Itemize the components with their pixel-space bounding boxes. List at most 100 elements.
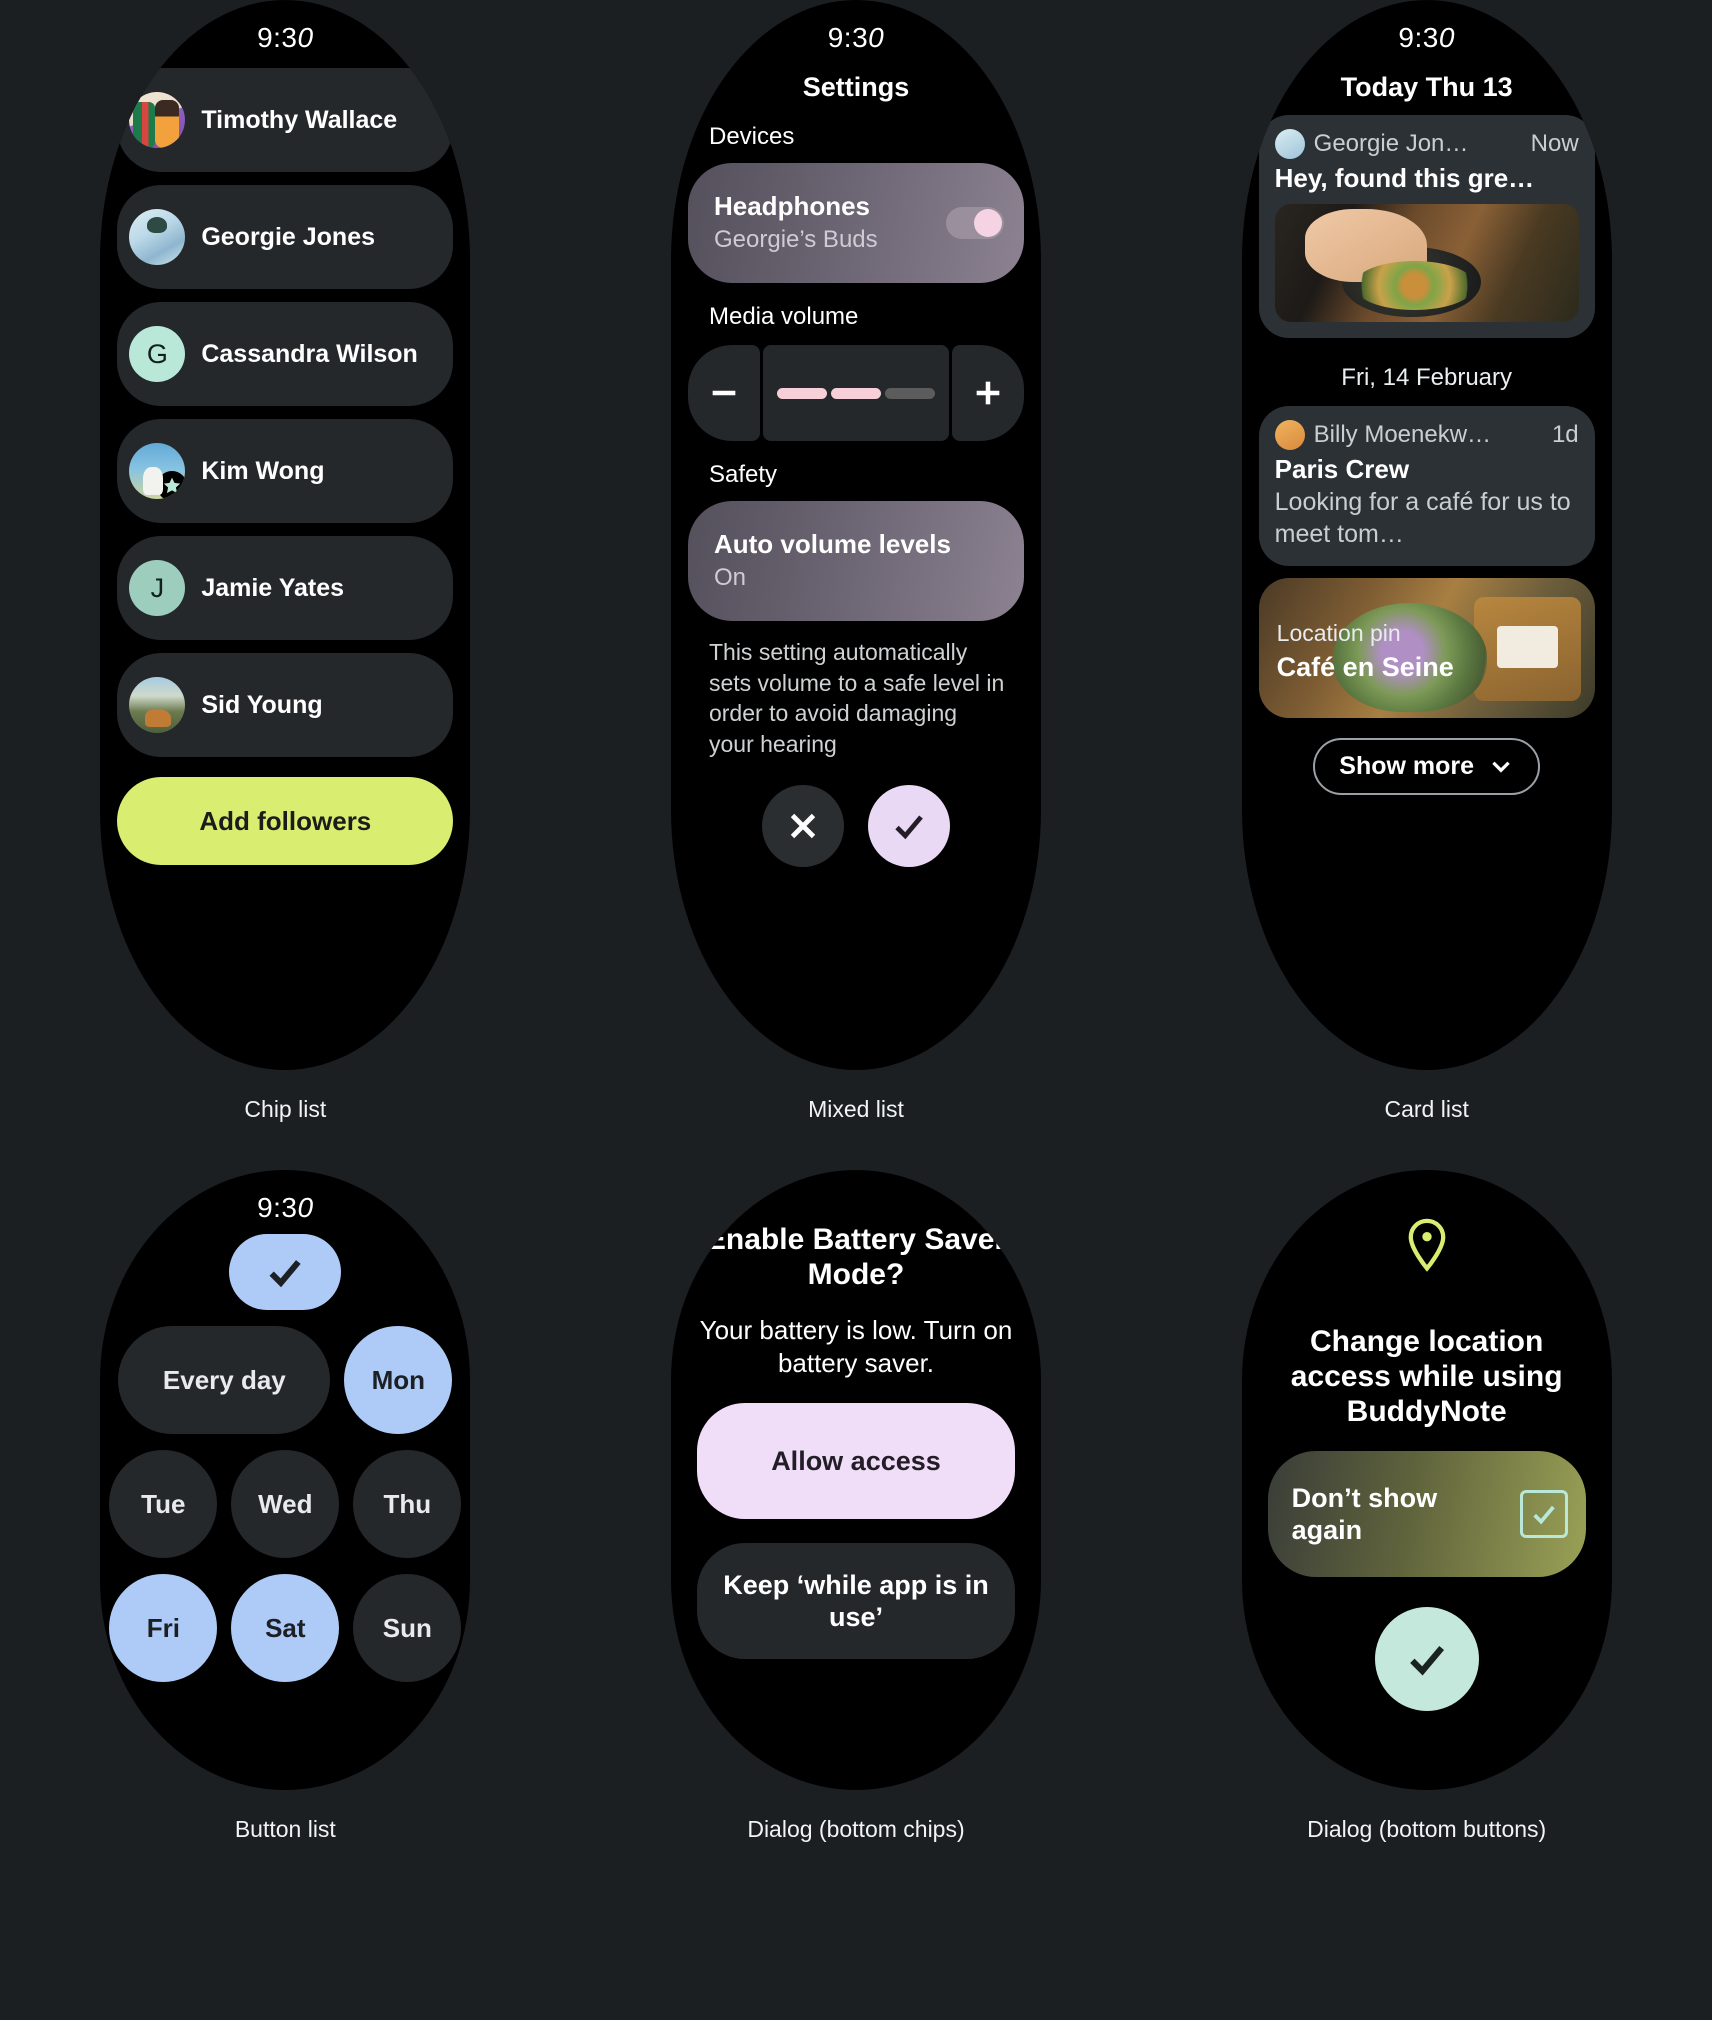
list-item-label: Georgie Jones [201, 222, 375, 251]
list-item[interactable]: Sid Young [117, 653, 454, 757]
list-item[interactable]: Georgie Jones [117, 185, 454, 289]
volume-stepper[interactable] [687, 345, 1024, 441]
headphones-setting-row[interactable]: Headphones Georgie’s Buds [687, 163, 1024, 283]
volume-increase-button[interactable] [951, 345, 1024, 441]
card-timestamp: Now [1530, 130, 1579, 157]
watch-screen-dialog-chips: Enable Battery Saver Mode? Your battery … [671, 1170, 1041, 1790]
watch-frame-dialog-buttons: Change location access while using Buddy… [1241, 1170, 1612, 1790]
auto-volume-title: Auto volume levels [713, 529, 951, 560]
day-button-sat[interactable]: Sat [231, 1574, 340, 1682]
panel-caption: Chip list [244, 1096, 327, 1122]
volume-segment-filled [776, 387, 827, 399]
photo-landscape-avatar [129, 677, 186, 733]
dialog-action-row [671, 785, 1041, 868]
watch-screen-dialog-buttons: Change location access while using Buddy… [1242, 1170, 1612, 1790]
headphones-subtitle: Georgie’s Buds [713, 225, 878, 253]
volume-decrease-button[interactable] [687, 345, 760, 441]
add-followers-button[interactable]: Add followers [117, 777, 454, 865]
initial-avatar: J [129, 560, 186, 616]
keep-while-app-in-use-button[interactable]: Keep ‘while app is in use’ [696, 1543, 1015, 1660]
avatar-initial: J [150, 572, 165, 603]
panel-dialog-bottom-buttons: Change location access while using Buddy… [1141, 1170, 1712, 2020]
photo-person-avatar [129, 209, 186, 265]
section-header-media-volume: Media volume [708, 303, 859, 330]
list-item[interactable]: J Jamie Yates [117, 536, 454, 640]
show-more-button[interactable]: Show more [1313, 737, 1541, 795]
location-pin-icon [1405, 1218, 1449, 1272]
panel-mixed-list: 9:30 Settings Devices Headphones Georgie… [571, 0, 1142, 1170]
watch-screen-button-list: 9:30 Every day Mon Tue Wed Thu Fri Sat S… [100, 1170, 470, 1790]
panel-dialog-bottom-chips: Enable Battery Saver Mode? Your battery … [571, 1170, 1142, 2020]
watch-frame-mixed-list: 9:30 Settings Devices Headphones Georgie… [670, 0, 1041, 1070]
location-card-label: Location pin [1276, 619, 1401, 646]
watch-component-board: 9:30 Timothy Wallace Georgie Jones G Cas… [0, 0, 1712, 2020]
list-item-label: Sid Young [201, 690, 323, 719]
location-card-title: Café en Seine [1276, 651, 1454, 682]
notification-card[interactable]: Billy Moenekw… 1d Paris Crew Looking for… [1258, 406, 1595, 566]
list-item[interactable]: G Cassandra Wilson [117, 302, 454, 406]
status-time: 9:30 [1398, 22, 1455, 53]
cooking-herbs-photo [1274, 204, 1579, 323]
headphones-title: Headphones [713, 191, 871, 222]
list-item[interactable]: Kim Wong [117, 419, 454, 523]
notification-card[interactable]: Georgie Jon… Now Hey, found this gre… [1258, 115, 1595, 339]
dialog-title: Enable Battery Saver Mode? [705, 1223, 1007, 1292]
allow-access-button[interactable]: Allow access [696, 1403, 1015, 1520]
day-button-fri[interactable]: Fri [109, 1574, 218, 1682]
section-header-safety: Safety [708, 461, 778, 488]
status-time: 9:30 [257, 1192, 314, 1223]
check-icon [269, 1260, 301, 1288]
status-time: 9:30 [827, 22, 885, 53]
every-day-button[interactable]: Every day [118, 1326, 331, 1434]
card-message: Hey, found this gre… [1274, 163, 1535, 193]
confirm-button[interactable] [1374, 1607, 1479, 1712]
dont-show-again-row[interactable]: Don’t show again [1267, 1451, 1586, 1578]
panel-card-list: 9:30 Today Thu 13 Georgie Jon… Now Hey, … [1141, 0, 1712, 1170]
dialog-title: Change location access while using Buddy… [1290, 1325, 1563, 1429]
status-time: 9:30 [257, 22, 314, 53]
card-header: Georgie Jon… Now [1274, 129, 1579, 159]
day-row-3: Fri Sat Sun [109, 1574, 462, 1682]
date-divider: Fri, 14 February [1341, 364, 1513, 392]
page-title: Settings [802, 72, 910, 102]
day-button-sun[interactable]: Sun [353, 1574, 462, 1682]
day-row-2: Tue Wed Thu [109, 1450, 462, 1558]
volume-segment-empty [884, 387, 935, 399]
follower-chip-list[interactable]: Timothy Wallace Georgie Jones G Cassandr… [100, 54, 470, 757]
confirm-button[interactable] [229, 1234, 342, 1310]
check-icon [1409, 1646, 1444, 1676]
day-button-thu[interactable]: Thu [353, 1450, 462, 1558]
volume-slider[interactable] [762, 345, 949, 441]
day-button-tue[interactable]: Tue [109, 1450, 218, 1558]
watch-frame-card-list: 9:30 Today Thu 13 Georgie Jon… Now Hey, … [1241, 0, 1612, 1070]
list-item-label: Timothy Wallace [201, 105, 398, 134]
dont-show-again-checkbox[interactable] [1519, 1490, 1568, 1539]
dialog-body: Your battery is low. Turn on battery sav… [699, 1315, 1013, 1378]
card-message: Looking for a café for us to meet tom… [1274, 488, 1571, 548]
headphones-toggle[interactable] [945, 207, 1004, 239]
chevron-down-icon [1492, 761, 1510, 774]
sender-avatar [1274, 129, 1305, 159]
watch-frame-dialog-chips: Enable Battery Saver Mode? Your battery … [670, 1170, 1041, 1790]
photo-field-avatar [129, 443, 186, 499]
location-pin-card[interactable]: Location pin Café en Seine [1258, 577, 1595, 718]
plus-icon [976, 381, 1000, 405]
day-button-mon[interactable]: Mon [344, 1326, 453, 1434]
panel-caption: Dialog (bottom buttons) [1307, 1816, 1547, 1842]
close-icon [790, 814, 816, 839]
show-more-label: Show more [1339, 751, 1475, 780]
dismiss-button[interactable] [761, 785, 844, 868]
check-icon [1533, 1506, 1555, 1525]
auto-volume-value: On [713, 563, 746, 591]
list-item[interactable]: Timothy Wallace [117, 68, 454, 172]
volume-segment-filled [830, 387, 881, 399]
card-sender: Georgie Jon… [1313, 130, 1469, 157]
auto-volume-setting-row[interactable]: Auto volume levels On [687, 501, 1024, 621]
photo-couple-avatar [129, 92, 186, 148]
star-badge-icon [157, 471, 186, 499]
confirm-button[interactable] [867, 785, 950, 868]
watch-screen-chip-list: 9:30 Timothy Wallace Georgie Jones G Cas… [100, 0, 470, 1070]
watch-frame-button-list: 9:30 Every day Mon Tue Wed Thu Fri Sat S… [100, 1170, 471, 1790]
day-button-wed[interactable]: Wed [231, 1450, 340, 1558]
panel-caption: Mixed list [808, 1096, 904, 1122]
